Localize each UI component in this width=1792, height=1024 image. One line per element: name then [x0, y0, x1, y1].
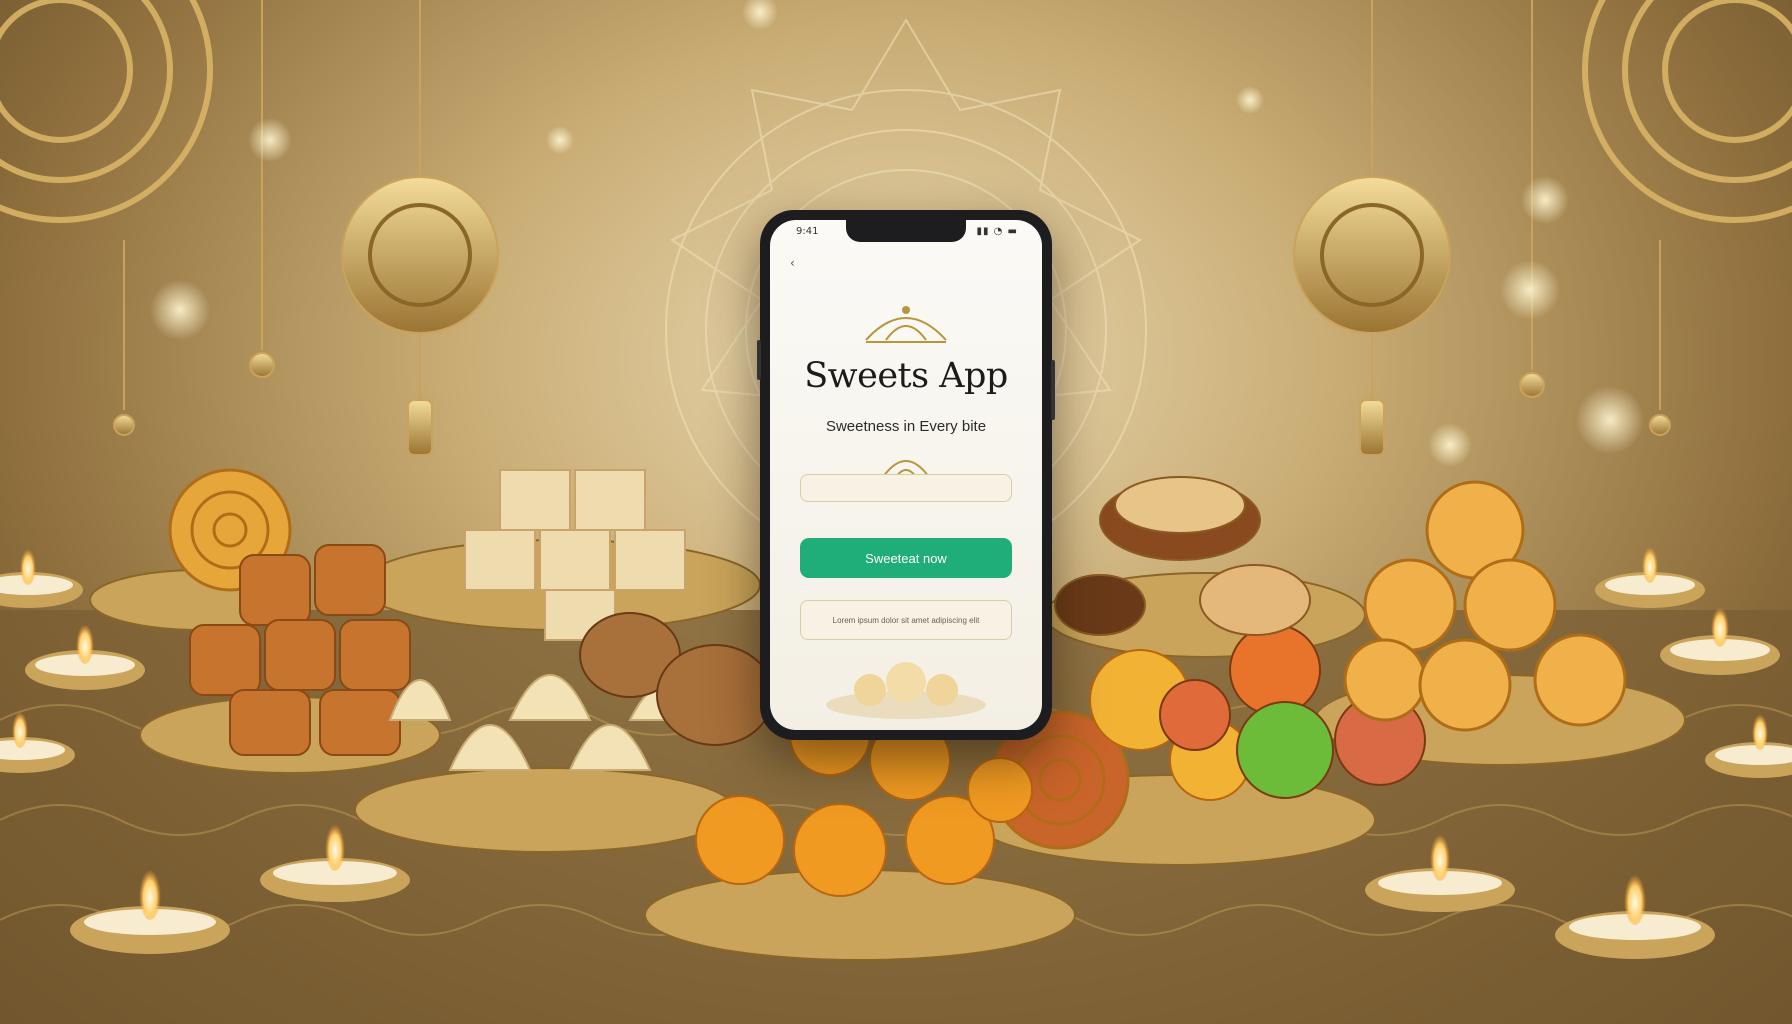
search-input[interactable]: [800, 474, 1012, 502]
status-icons: ▮▮ ◔ ▬: [976, 226, 1018, 237]
phone-side-button: [1051, 360, 1055, 420]
back-arrow-icon[interactable]: ‹: [790, 256, 795, 270]
ornament-icon: [865, 306, 947, 343]
app-screen: 9:41 ▮▮ ◔ ▬ ‹ Sweets App Sweetness in Ev…: [770, 220, 1042, 730]
primary-action-button[interactable]: Sweeteat now: [800, 538, 1012, 578]
phone-notch: [846, 220, 966, 242]
phone-side-button: [757, 340, 761, 380]
corner-mandala-left: [0, 0, 213, 223]
sweets-preview-image: [826, 662, 986, 719]
corner-mandala-right: [1582, 0, 1792, 223]
smartphone: 9:41 ▮▮ ◔ ▬ ‹ Sweets App Sweetness in Ev…: [757, 210, 1055, 740]
app-tagline: Sweetness in Every bite: [825, 418, 987, 435]
pinwheel-sweets: [1343, 480, 1627, 732]
app-title: Sweets App: [804, 356, 1008, 396]
status-time: 9:41: [796, 226, 819, 237]
secondary-field[interactable]: Lorem ipsum dolor sit amet adipiscing el…: [800, 600, 1012, 640]
